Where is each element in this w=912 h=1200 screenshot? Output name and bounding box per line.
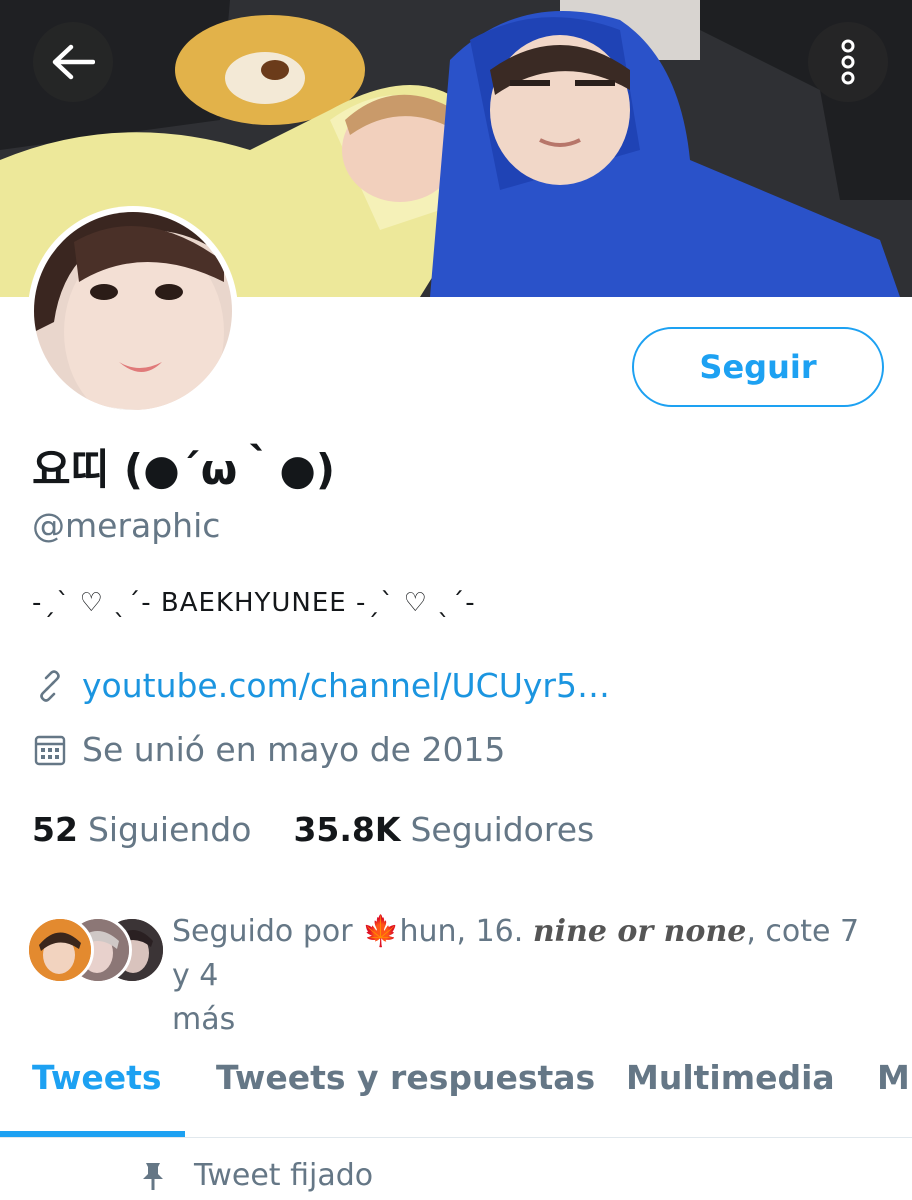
avatar xyxy=(26,916,94,984)
followed-by-text: Seguido por 🍁hun, 16. nine or none, cote… xyxy=(172,914,860,1037)
tab-likes[interactable]: M xyxy=(877,1058,910,1097)
profile-avatar[interactable] xyxy=(28,206,238,416)
profile-link[interactable]: youtube.com/channel/UCUyr5… xyxy=(82,666,610,705)
followers-stat[interactable]: 35.8K Seguidores xyxy=(293,810,594,849)
back-button[interactable] xyxy=(33,22,113,102)
pinned-tweet-label-row: Tweet fijado xyxy=(140,1158,373,1193)
joined-date-row: Se unió en mayo de 2015 xyxy=(32,730,505,769)
profile-name: 요띠 (●´ω｀●) xyxy=(32,445,336,494)
follow-button[interactable]: Seguir xyxy=(632,327,884,407)
profile-link-row[interactable]: youtube.com/channel/UCUyr5… xyxy=(32,666,610,705)
active-tab-indicator xyxy=(0,1131,185,1137)
profile-bio: -ˏˋ ♡ ˎˊ- BAEKHYUNEE -ˏˋ ♡ ˎˊ- xyxy=(32,588,476,618)
pinned-tweet-label: Tweet fijado xyxy=(194,1158,374,1193)
following-stat[interactable]: 52 Siguiendo xyxy=(32,810,251,849)
more-vertical-icon xyxy=(838,39,858,85)
joined-date: Se unió en mayo de 2015 xyxy=(82,730,506,769)
link-icon xyxy=(32,668,68,704)
pin-icon xyxy=(140,1161,166,1191)
following-label: Siguiendo xyxy=(87,810,252,849)
profile-tabs: Tweets Tweets y respuestas Multimedia M xyxy=(0,1040,912,1138)
tab-media[interactable]: Multimedia xyxy=(626,1058,835,1097)
arrow-left-icon xyxy=(51,44,95,80)
profile-stats: 52 Siguiendo 35.8K Seguidores xyxy=(32,810,636,849)
more-options-button[interactable] xyxy=(808,22,888,102)
calendar-icon xyxy=(32,732,68,768)
profile-handle: @meraphic xyxy=(32,506,221,545)
maple-leaf-icon: 🍁 xyxy=(362,914,400,949)
tab-tweets[interactable]: Tweets xyxy=(32,1058,162,1097)
followers-you-know-avatars xyxy=(26,916,166,984)
tab-tweets-replies[interactable]: Tweets y respuestas xyxy=(216,1058,595,1097)
following-count: 52 xyxy=(32,810,78,849)
followers-label: Seguidores xyxy=(410,810,595,849)
followers-count: 35.8K xyxy=(293,810,401,849)
